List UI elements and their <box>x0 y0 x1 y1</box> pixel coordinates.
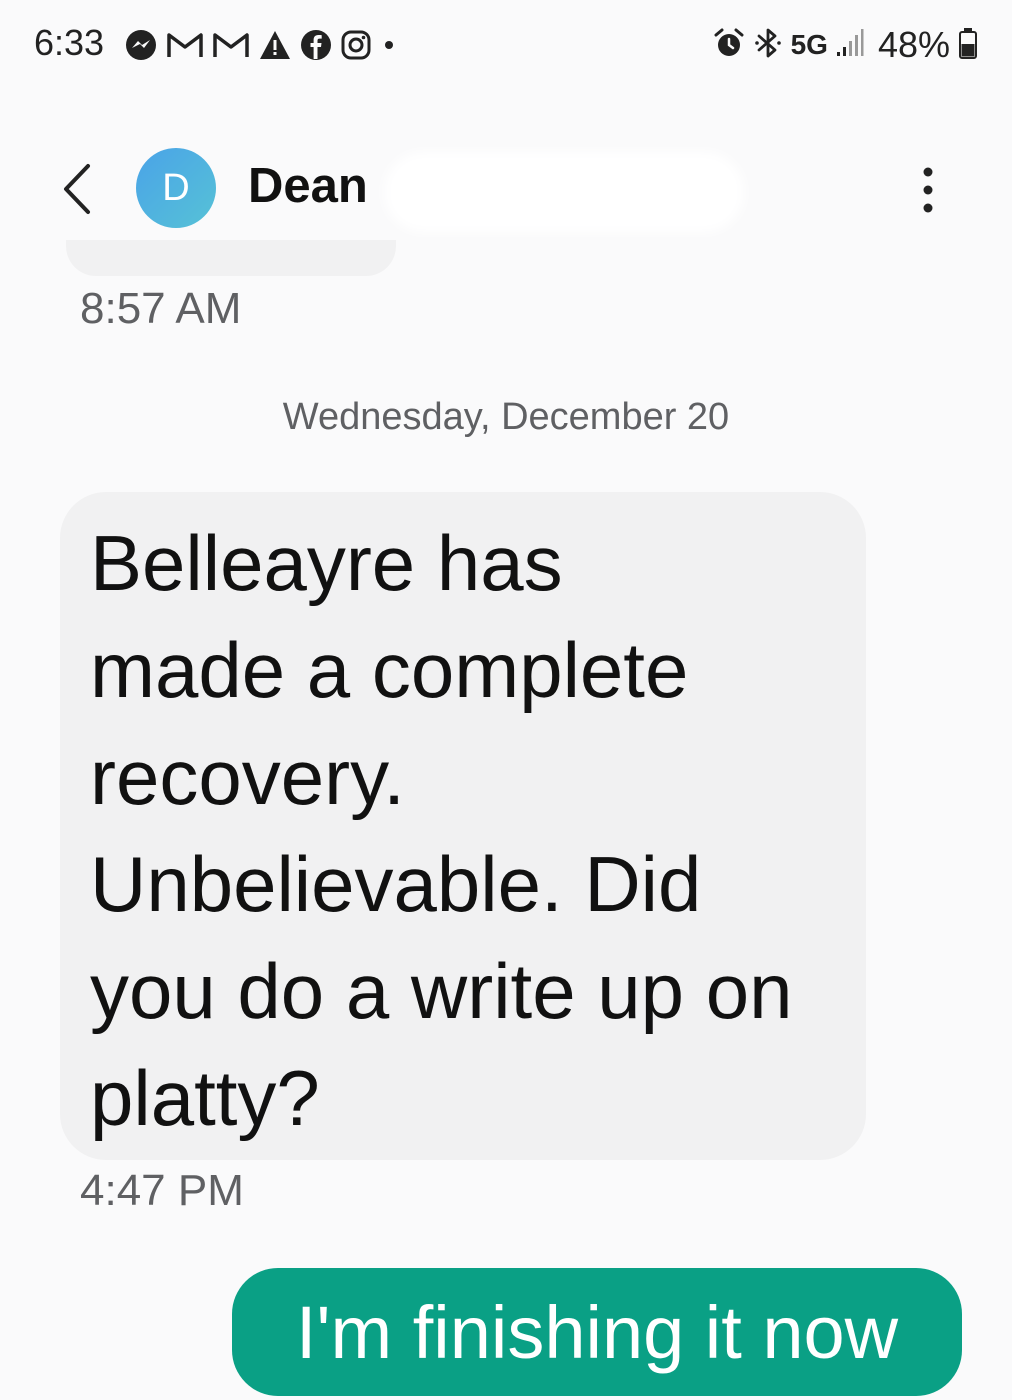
warning-icon <box>258 29 292 61</box>
signal-icon <box>836 28 864 63</box>
messages-screen: 6:33 5G 48% D Dean 8:57 AM Wednesday, De… <box>0 0 1012 1400</box>
more-options-button[interactable] <box>904 158 952 222</box>
contact-name[interactable]: Dean <box>248 158 368 214</box>
more-notifications-dot-icon <box>380 36 398 54</box>
outgoing-message-bubble[interactable]: I'm finishing it now <box>232 1268 962 1396</box>
facebook-icon <box>300 29 332 61</box>
gmail-icon <box>166 30 204 60</box>
bluetooth-icon <box>753 26 783 65</box>
notification-icons <box>124 26 398 64</box>
incoming-message-text: Belleayre has made a complete recovery. … <box>90 519 793 1142</box>
status-bar: 6:33 5G 48% <box>0 0 1012 92</box>
status-right: 5G 48% <box>713 22 978 68</box>
message-timestamp: 8:57 AM <box>80 284 242 333</box>
chevron-left-icon <box>64 164 90 214</box>
avatar-initial: D <box>162 166 190 209</box>
redacted-area <box>384 152 744 232</box>
alarm-icon <box>713 27 745 64</box>
previous-message-bubble[interactable] <box>66 240 396 276</box>
message-timestamp: 4:47 PM <box>80 1166 244 1215</box>
messenger-icon <box>124 28 158 62</box>
battery-icon <box>958 27 978 64</box>
gmail-icon <box>212 30 250 60</box>
more-vertical-icon <box>923 167 933 213</box>
network-type: 5G <box>790 29 828 60</box>
battery-percent: 48% <box>877 24 950 65</box>
instagram-icon <box>340 29 372 61</box>
back-button[interactable] <box>56 160 100 218</box>
conversation-header: D Dean <box>0 130 1012 250</box>
status-time: 6:33 <box>34 22 105 63</box>
outgoing-message-text: I'm finishing it now <box>295 1290 899 1374</box>
avatar[interactable]: D <box>136 148 216 228</box>
incoming-message-bubble[interactable]: Belleayre has made a complete recovery. … <box>60 492 866 1160</box>
date-separator: Wednesday, December 20 <box>282 396 730 438</box>
